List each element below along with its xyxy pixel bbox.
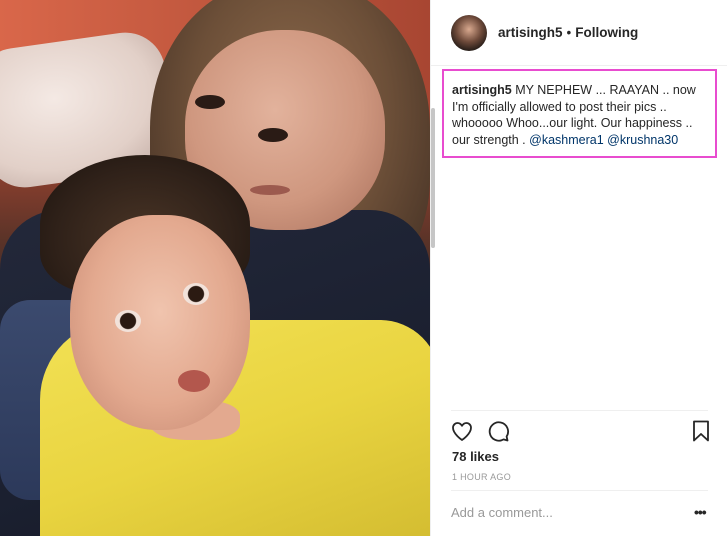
photo-child-mouth [178, 370, 210, 392]
scrollbar[interactable] [431, 108, 435, 248]
more-options-button[interactable]: ••• [694, 504, 707, 520]
photo-child-face [70, 215, 250, 430]
post-timestamp: 1 HOUR AGO [452, 472, 512, 482]
comment-button[interactable] [485, 418, 511, 444]
photo-woman-mouth [250, 185, 290, 195]
divider [451, 410, 708, 411]
save-button[interactable] [688, 418, 714, 444]
username-link[interactable]: artisingh5 [498, 25, 563, 40]
bookmark-icon [693, 420, 709, 442]
photo-woman-eye [195, 95, 225, 109]
separator-dot: • [566, 25, 572, 40]
comment-icon [488, 421, 509, 442]
likes-count[interactable]: 78 likes [452, 449, 499, 464]
like-button[interactable] [449, 418, 475, 444]
heart-icon [452, 422, 472, 441]
post-photo[interactable] [0, 0, 430, 536]
mention-link[interactable]: @krushna30 [607, 133, 678, 147]
comment-input[interactable]: Add a comment... [451, 505, 553, 520]
photo-child-eye [115, 310, 141, 332]
post-details-panel: artisingh5 • Following artisingh5 MY NEPHE… [430, 0, 727, 536]
photo-woman-eye [258, 128, 288, 142]
divider [451, 490, 708, 491]
action-bar [449, 418, 709, 444]
avatar[interactable] [451, 15, 487, 51]
caption-username-link[interactable]: artisingh5 [452, 83, 512, 97]
photo-child-eye [183, 283, 209, 305]
mention-link[interactable]: @kashmera1 [529, 133, 604, 147]
caption: artisingh5 MY NEPHEW ... RAAYAN .. now I… [442, 69, 717, 158]
post-header: artisingh5 • Following [431, 0, 727, 66]
header-text: artisingh5 • Following [498, 25, 638, 41]
following-button[interactable]: Following [575, 25, 638, 40]
